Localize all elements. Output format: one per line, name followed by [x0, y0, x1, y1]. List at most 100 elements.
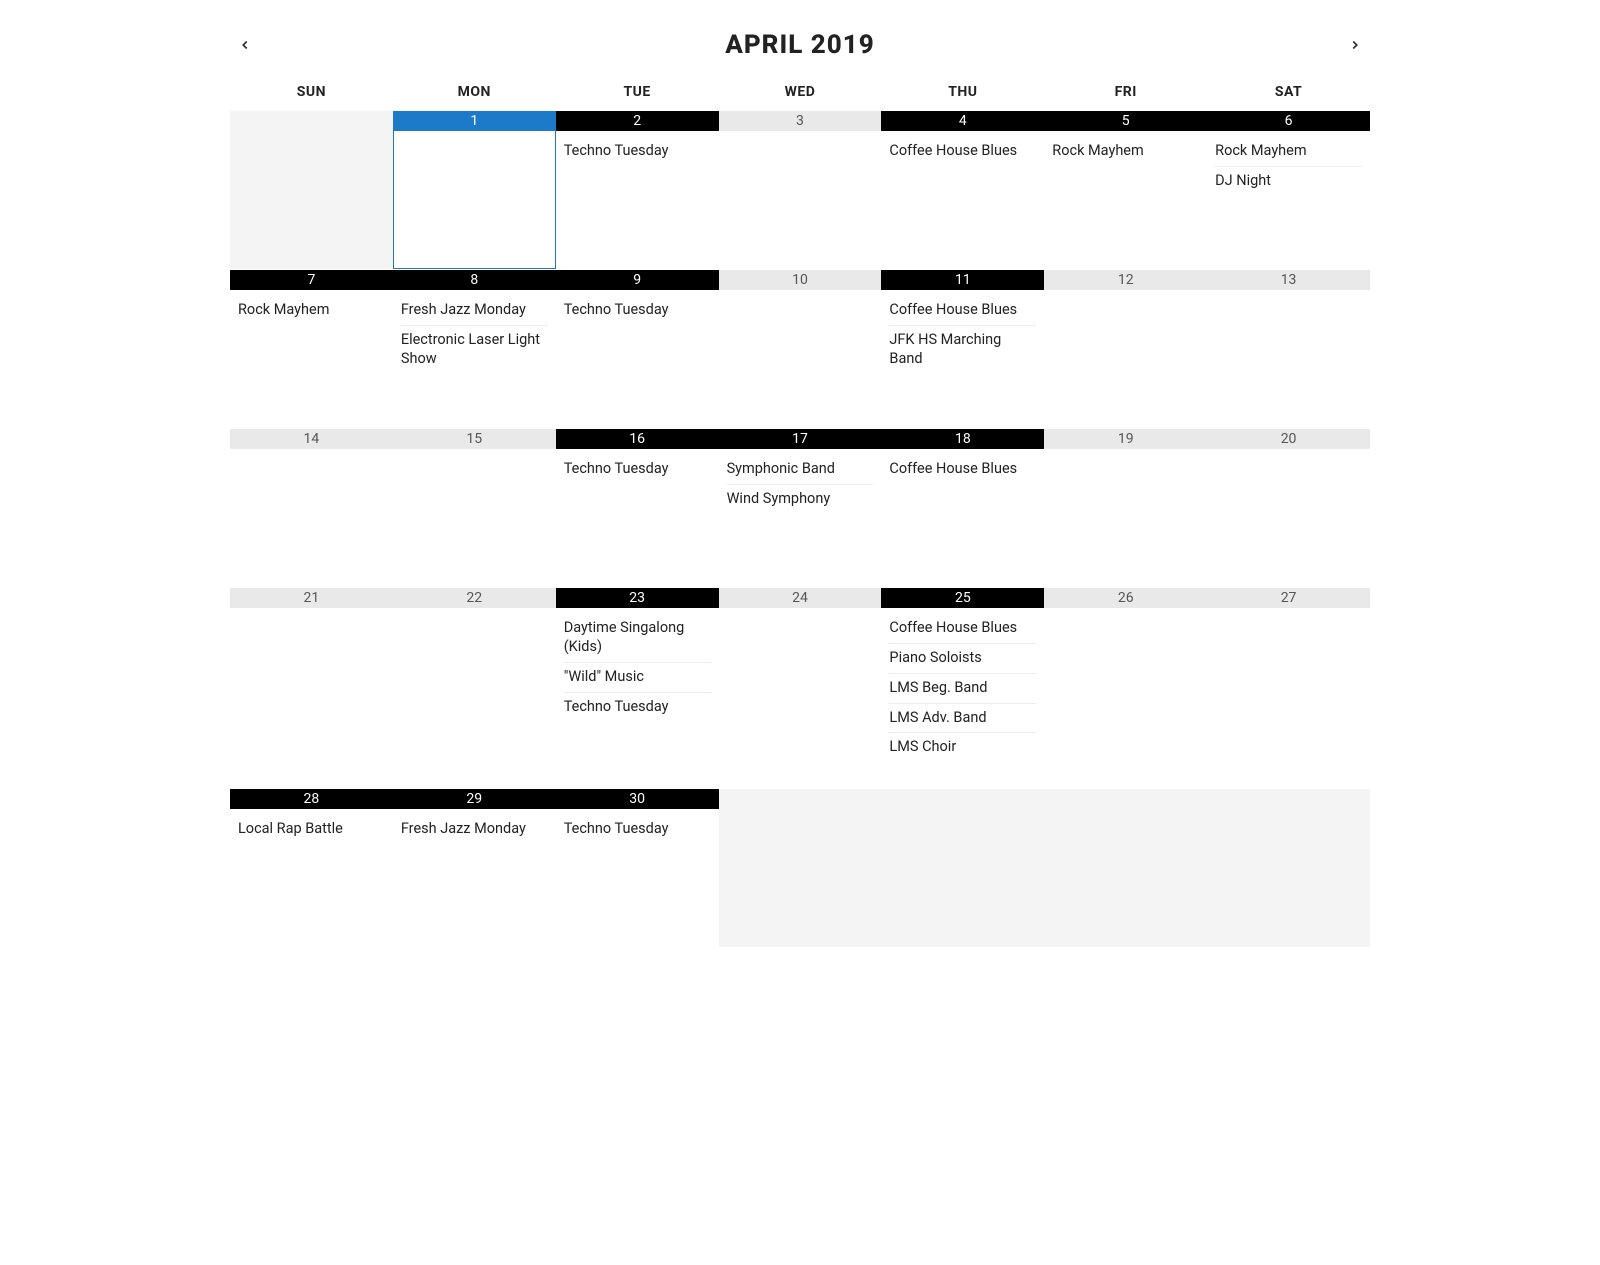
dow-label: WED [719, 78, 882, 110]
event-item[interactable]: Local Rap Battle [238, 815, 385, 844]
day-cell[interactable]: 24 [719, 588, 882, 788]
events-list: Techno Tuesday [556, 449, 719, 488]
date-bar: 11 [881, 270, 1044, 290]
event-item[interactable]: Techno Tuesday [564, 137, 711, 166]
day-cell [230, 111, 393, 269]
event-item[interactable]: "Wild" Music [564, 663, 711, 693]
event-item[interactable]: Rock Mayhem [1215, 137, 1362, 167]
day-cell[interactable]: 27 [1207, 588, 1370, 788]
week-row: 28Local Rap Battle29 Fresh Jazz Monday 30T… [230, 789, 1370, 948]
day-cell[interactable]: 18 Coffee House Blues [881, 429, 1044, 587]
event-item[interactable]: Fresh Jazz Monday [401, 296, 548, 326]
date-bar: 8 [393, 270, 556, 290]
date-bar: 9 [556, 270, 719, 290]
day-cell[interactable]: 1 [393, 111, 556, 269]
day-cell[interactable]: 13 [1207, 270, 1370, 428]
dow-label: THU [881, 78, 1044, 110]
day-cell[interactable]: 14 [230, 429, 393, 587]
date-bar: 15 [393, 429, 556, 449]
event-item[interactable]: Symphonic Band [727, 455, 874, 485]
event-item[interactable]: JFK HS Marching Band [889, 326, 1036, 374]
events-list: Coffee House Blues [881, 131, 1044, 170]
events-list: Rock Mayhem [230, 290, 393, 329]
date-bar: 29 [393, 789, 556, 809]
event-item[interactable]: Techno Tuesday [564, 815, 711, 844]
event-item[interactable]: Coffee House Blues [889, 296, 1036, 326]
date-bar: 17 [719, 429, 882, 449]
day-cell[interactable]: 16 Techno Tuesday [556, 429, 719, 587]
day-cell[interactable]: 17Symphonic BandWind Symphony [719, 429, 882, 587]
event-item[interactable]: LMS Adv. Band [889, 704, 1036, 734]
event-item[interactable]: Coffee House Blues [889, 455, 1036, 484]
event-item[interactable]: Coffee House Blues [889, 137, 1036, 166]
day-cell[interactable]: 10 [719, 270, 882, 428]
day-cell[interactable]: 21 [230, 588, 393, 788]
event-item[interactable]: Fresh Jazz Monday [401, 815, 548, 844]
date-bar: 14 [230, 429, 393, 449]
event-item[interactable]: LMS Choir [889, 733, 1036, 762]
day-cell[interactable]: 30Techno Tuesday [556, 789, 719, 947]
day-cell[interactable]: 5 Rock Mayhem [1044, 111, 1207, 269]
event-item[interactable]: Techno Tuesday [564, 296, 711, 325]
date-bar: 24 [719, 588, 882, 608]
day-cell[interactable]: 7 Rock Mayhem [230, 270, 393, 428]
day-cell[interactable]: 15 [393, 429, 556, 587]
day-cell[interactable]: 3 [719, 111, 882, 269]
date-bar: 4 [881, 111, 1044, 131]
next-month-button[interactable] [1340, 33, 1370, 57]
date-bar: 12 [1044, 270, 1207, 290]
event-item[interactable]: LMS Beg. Band [889, 674, 1036, 704]
week-row: 212223Daytime Singalong (Kids)"Wild" Mus… [230, 588, 1370, 789]
events-list: Coffee House BluesPiano SoloistsLMS Beg.… [881, 608, 1044, 766]
events-list: Local Rap Battle [230, 809, 393, 848]
date-bar: 5 [1044, 111, 1207, 131]
event-item[interactable]: DJ Night [1215, 167, 1362, 196]
event-item[interactable]: Techno Tuesday [564, 693, 711, 722]
day-cell[interactable]: 26 [1044, 588, 1207, 788]
day-cell[interactable]: 23Daytime Singalong (Kids)"Wild" MusicTe… [556, 588, 719, 788]
week-row: 7Rock Mayhem8Fresh Jazz MondayElectronic… [230, 270, 1370, 429]
day-cell[interactable]: 19 [1044, 429, 1207, 587]
day-cell[interactable]: 6Rock MayhemDJ Night [1207, 111, 1370, 269]
day-cell[interactable]: 4 Coffee House Blues [881, 111, 1044, 269]
event-item[interactable]: Techno Tuesday [564, 455, 711, 484]
day-cell[interactable]: 25Coffee House BluesPiano SoloistsLMS Be… [881, 588, 1044, 788]
dow-label: MON [393, 78, 556, 110]
day-cell[interactable]: 11 Coffee House BluesJFK HS Marching Band [881, 270, 1044, 428]
date-bar: 19 [1044, 429, 1207, 449]
events-list: Symphonic BandWind Symphony [719, 449, 882, 518]
events-list: Fresh Jazz Monday [393, 809, 556, 848]
event-item[interactable]: Wind Symphony [727, 485, 874, 514]
events-list: Rock Mayhem [1044, 131, 1207, 170]
week-row: 141516Techno Tuesday17Symphonic BandWind… [230, 429, 1370, 588]
event-item[interactable]: Rock Mayhem [1052, 137, 1199, 166]
day-cell[interactable]: 8Fresh Jazz MondayElectronic Laser Light… [393, 270, 556, 428]
prev-month-button[interactable] [230, 33, 260, 57]
dow-label: SUN [230, 78, 393, 110]
day-cell[interactable]: 28Local Rap Battle [230, 789, 393, 947]
event-item[interactable]: Rock Mayhem [238, 296, 385, 325]
day-cell [881, 789, 1044, 947]
weeks-grid: 12Techno Tuesday34Coffee House Blues5Roc… [230, 111, 1370, 948]
events-list: Techno Tuesday [556, 290, 719, 329]
event-item[interactable]: Electronic Laser Light Show [401, 326, 548, 374]
date-bar: 25 [881, 588, 1044, 608]
day-cell[interactable]: 22 [393, 588, 556, 788]
day-cell[interactable]: 9 Techno Tuesday [556, 270, 719, 428]
day-cell [1044, 789, 1207, 947]
day-cell [1207, 789, 1370, 947]
events-list: Fresh Jazz MondayElectronic Laser Light … [393, 290, 556, 378]
event-item[interactable]: Daytime Singalong (Kids) [564, 614, 711, 663]
date-bar: 10 [719, 270, 882, 290]
day-cell[interactable]: 12 [1044, 270, 1207, 428]
events-list: Rock MayhemDJ Night [1207, 131, 1370, 200]
date-bar: 16 [556, 429, 719, 449]
event-item[interactable]: Coffee House Blues [889, 614, 1036, 644]
day-cell[interactable]: 2Techno Tuesday [556, 111, 719, 269]
date-bar: 18 [881, 429, 1044, 449]
day-cell[interactable]: 29 Fresh Jazz Monday [393, 789, 556, 947]
event-item[interactable]: Piano Soloists [889, 644, 1036, 674]
day-cell[interactable]: 20 [1207, 429, 1370, 587]
date-bar: 7 [230, 270, 393, 290]
events-list: Coffee House Blues [881, 449, 1044, 488]
